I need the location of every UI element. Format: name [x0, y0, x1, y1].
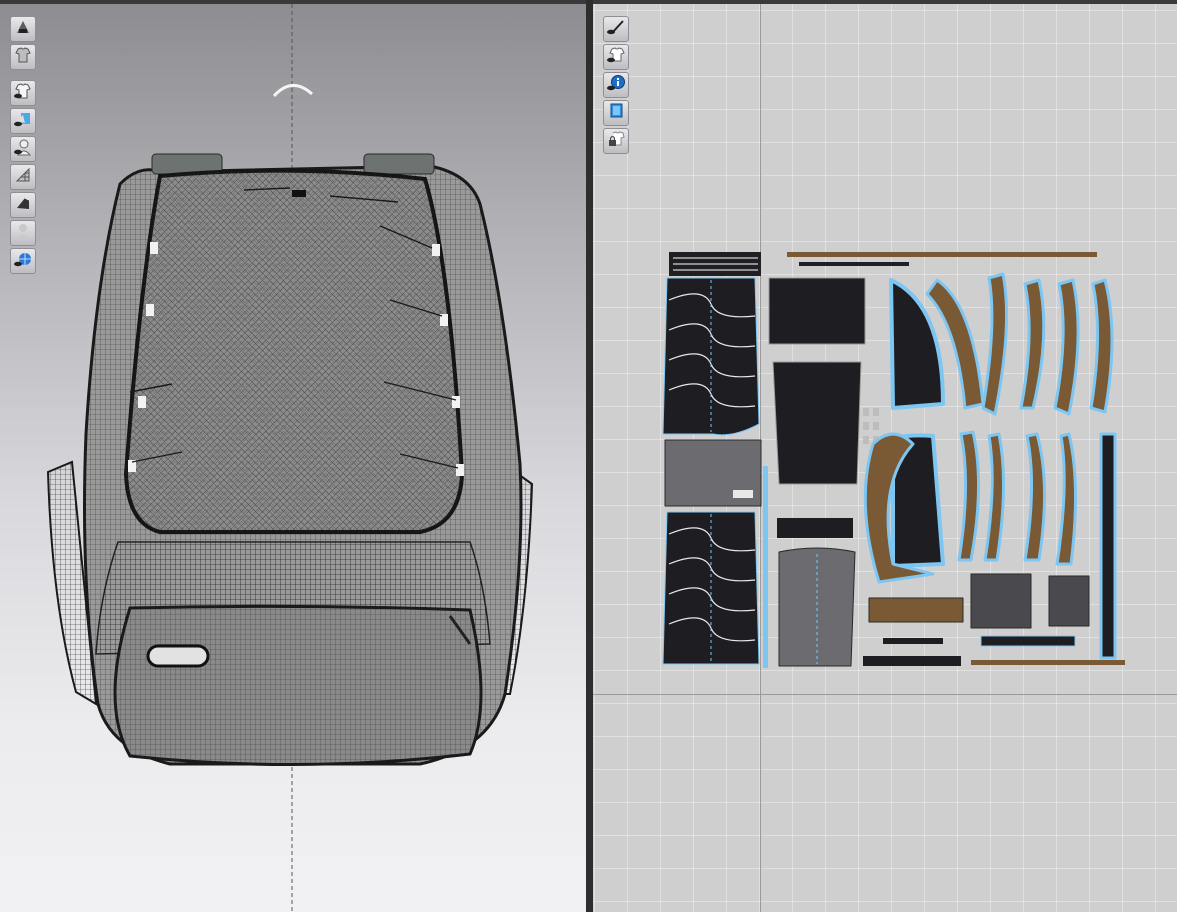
- show-fabric-texture-icon: [606, 101, 626, 125]
- mesh-display-button[interactable]: [10, 164, 36, 190]
- backpack-3d-model[interactable]: [0, 4, 586, 912]
- logo-patch: [292, 190, 306, 197]
- thickness-display-icon: [13, 193, 33, 217]
- avatar-display-icon: [13, 17, 33, 41]
- show-baseline-button[interactable]: [603, 16, 629, 42]
- viewport-divider[interactable]: [586, 0, 593, 912]
- info-button[interactable]: [603, 72, 629, 98]
- show-avatar-icon: [13, 137, 33, 161]
- 2d-toolbar: [603, 16, 629, 154]
- show-baseline-icon: [606, 17, 626, 41]
- mesh-display-icon: [13, 165, 33, 189]
- info-icon: [606, 73, 626, 97]
- avatar-silhouette-icon: [13, 221, 33, 245]
- texture-display-button[interactable]: [10, 108, 36, 134]
- pattern-pieces[interactable]: [593, 4, 1177, 912]
- garment-display-icon: [13, 45, 33, 69]
- texture-display-icon: [13, 109, 33, 133]
- show-garment-button[interactable]: [10, 80, 36, 106]
- avatar-display-button[interactable]: [10, 16, 36, 42]
- pocket-tag: [146, 644, 210, 668]
- show-avatar-button[interactable]: [10, 136, 36, 162]
- show-2d-garment-button[interactable]: [603, 44, 629, 70]
- show-2d-garment-icon: [606, 45, 626, 69]
- lock-pattern-button[interactable]: [603, 128, 629, 154]
- show-garment-icon: [13, 81, 33, 105]
- handle-indicator: [272, 84, 314, 98]
- globe-render-icon: [13, 249, 33, 273]
- avatar-silhouette-button[interactable]: [10, 220, 36, 246]
- globe-render-button[interactable]: [10, 248, 36, 274]
- 3d-toolbar: [10, 16, 36, 274]
- show-fabric-texture-button[interactable]: [603, 100, 629, 126]
- garment-display-button[interactable]: [10, 44, 36, 70]
- thickness-display-button[interactable]: [10, 192, 36, 218]
- lock-pattern-icon: [606, 129, 626, 153]
- 3d-viewport[interactable]: [0, 4, 586, 912]
- 2d-pattern-viewport[interactable]: [593, 4, 1177, 912]
